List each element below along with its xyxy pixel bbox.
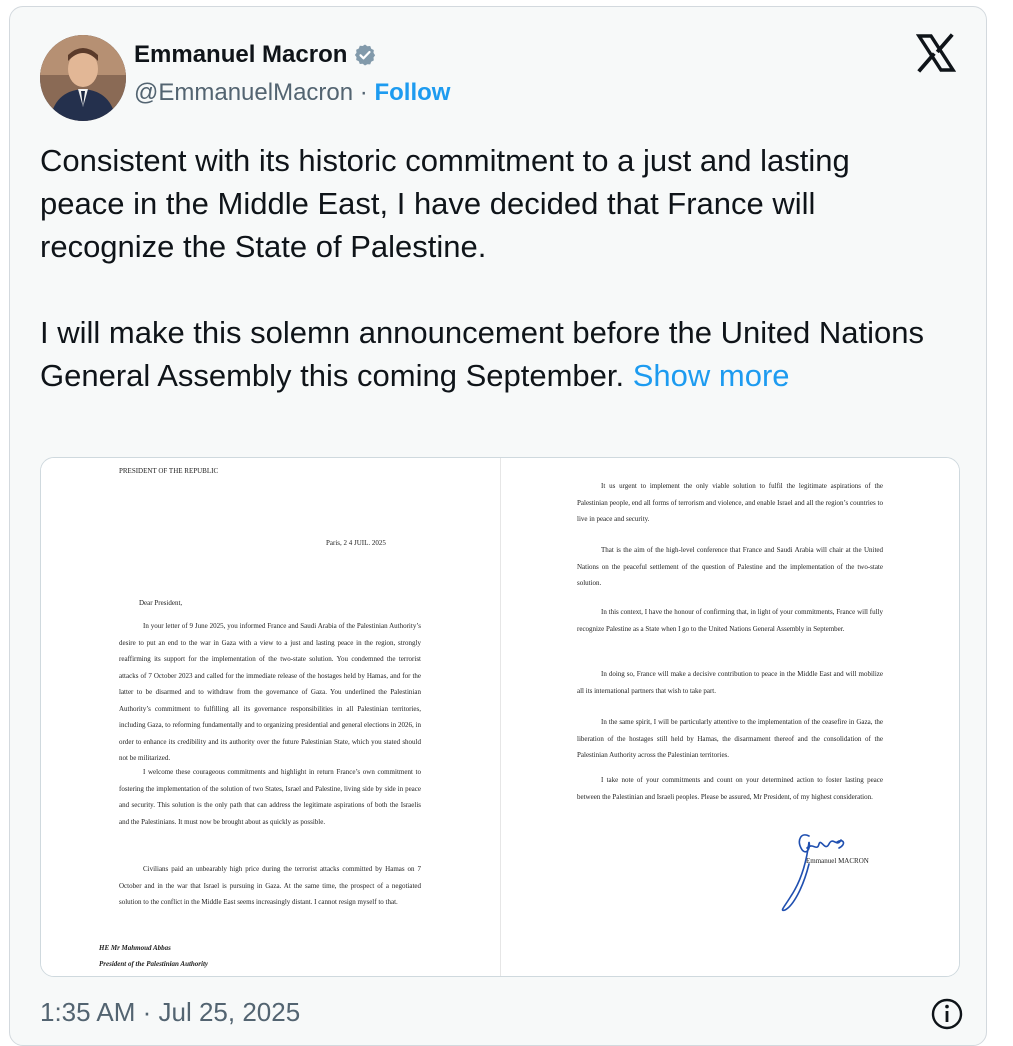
letter-right-paragraph-3: In this context, I have the honour of co… (577, 608, 883, 633)
letter-right-paragraph-1: It us urgent to implement the only viabl… (577, 482, 883, 523)
author-name-row: Emmanuel Macron (134, 41, 377, 69)
show-more-link[interactable]: Show more (633, 358, 790, 393)
author-name[interactable]: Emmanuel Macron (134, 41, 347, 69)
letter-left-paragraph-1: In your letter of 9 June 2025, you infor… (119, 622, 421, 762)
verified-badge-icon (355, 44, 376, 66)
avatar-portrait-icon (40, 35, 126, 121)
handwritten-signature-icon (781, 834, 845, 912)
letter-left-paragraph-2: I welcome these courageous commitments a… (119, 768, 421, 826)
letter-page-left: PRESIDENT OF THE REPUBLIC Paris, 2 4 JUI… (41, 458, 499, 976)
separator-dot: · (359, 79, 368, 106)
letter-left-paragraph-3: Civilians paid an unbearably high price … (119, 865, 421, 906)
follow-button[interactable]: Follow (374, 79, 450, 106)
author-handle-row: @EmmanuelMacron · Follow (134, 79, 450, 107)
tweet-card[interactable]: Emmanuel Macron @EmmanuelMacron · Follow… (9, 6, 987, 1046)
tweet-media-letter[interactable]: PRESIDENT OF THE REPUBLIC Paris, 2 4 JUI… (40, 457, 960, 977)
letter-date: Paris, 2 4 JUIL. 2025 (326, 539, 386, 547)
info-icon[interactable] (930, 997, 964, 1031)
author-handle[interactable]: @EmmanuelMacron (134, 79, 353, 106)
recipient-name: HE Mr Mahmoud Abbas (99, 944, 171, 952)
tweet-timestamp[interactable]: 1:35 AM · Jul 25, 2025 (40, 997, 300, 1028)
letterhead: PRESIDENT OF THE REPUBLIC (119, 467, 219, 475)
letter-right-paragraph-5: In the same spirit, I will be particular… (577, 718, 883, 759)
tweet-body: Consistent with its historic commitment … (40, 143, 924, 393)
x-logo-icon[interactable] (916, 33, 956, 73)
letter-salutation: Dear President, (139, 599, 183, 607)
letter-right-paragraph-2: That is the aim of the high-level confer… (577, 546, 883, 587)
letter-page-right: It us urgent to implement the only viabl… (500, 458, 959, 976)
avatar[interactable] (40, 35, 126, 121)
tweet-text: Consistent with its historic commitment … (40, 139, 940, 397)
letter-right-paragraph-6: I take note of your commitments and coun… (577, 776, 883, 801)
recipient-title: President of the Palestinian Authority (99, 960, 209, 968)
letter-right-paragraph-4: In doing so, France will make a decisive… (577, 670, 883, 695)
